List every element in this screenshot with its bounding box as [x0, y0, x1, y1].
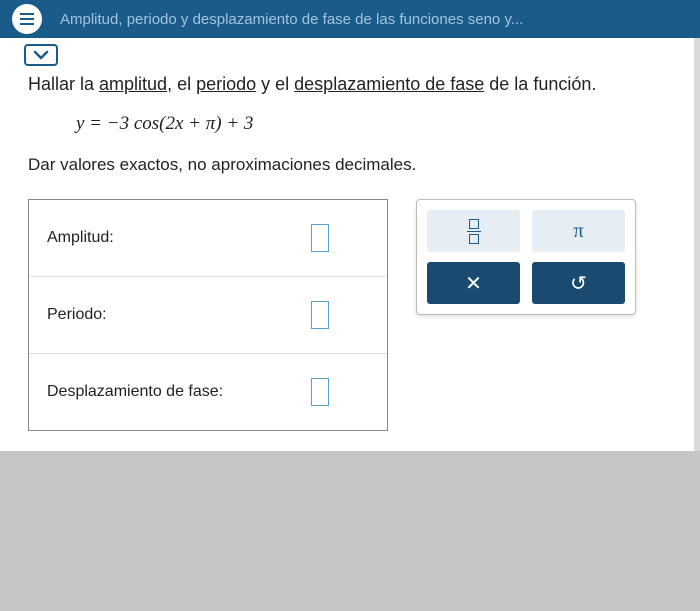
row-periodo: Periodo: [29, 277, 387, 354]
instruction-text: Hallar la amplitud, el periodo y el desp… [28, 74, 666, 95]
answer-box: Amplitud: Periodo: Desplazamiento de fas… [28, 199, 388, 431]
term-periodo[interactable]: periodo [196, 74, 256, 94]
keypad: π ✕ ↺ [416, 199, 636, 315]
row-amplitud: Amplitud: [29, 200, 387, 277]
expand-button[interactable] [24, 44, 58, 66]
amplitud-label: Amplitud: [47, 229, 311, 247]
close-button[interactable]: ✕ [427, 262, 520, 304]
note-text: Dar valores exactos, no aproximaciones d… [28, 155, 666, 175]
keypad-row-1: π [427, 210, 625, 252]
fase-input[interactable] [311, 378, 329, 406]
bottom-area [0, 451, 700, 611]
pi-button[interactable]: π [532, 210, 625, 252]
chevron-down-icon [33, 50, 49, 60]
undo-button[interactable]: ↺ [532, 262, 625, 304]
periodo-label: Periodo: [47, 306, 311, 324]
hamburger-icon [20, 13, 34, 25]
fraction-icon [467, 219, 481, 244]
term-fase[interactable]: desplazamiento de fase [294, 74, 484, 94]
menu-button[interactable] [12, 4, 42, 34]
work-area: Amplitud: Periodo: Desplazamiento de fas… [28, 199, 666, 431]
amplitud-input[interactable] [311, 224, 329, 252]
topbar: Amplitud, periodo y desplazamiento de fa… [0, 0, 700, 38]
row-fase: Desplazamiento de fase: [29, 354, 387, 430]
equation: y = −3 cos(2x + π) + 3 [76, 113, 666, 135]
fase-label: Desplazamiento de fase: [47, 383, 311, 401]
fraction-button[interactable] [427, 210, 520, 252]
term-amplitud[interactable]: amplitud [99, 74, 167, 94]
problem-area: Hallar la amplitud, el periodo y el desp… [0, 38, 694, 451]
page-title: Amplitud, periodo y desplazamiento de fa… [60, 11, 523, 28]
keypad-row-2: ✕ ↺ [427, 262, 625, 304]
content-wrap: Hallar la amplitud, el periodo y el desp… [0, 38, 694, 451]
periodo-input[interactable] [311, 301, 329, 329]
